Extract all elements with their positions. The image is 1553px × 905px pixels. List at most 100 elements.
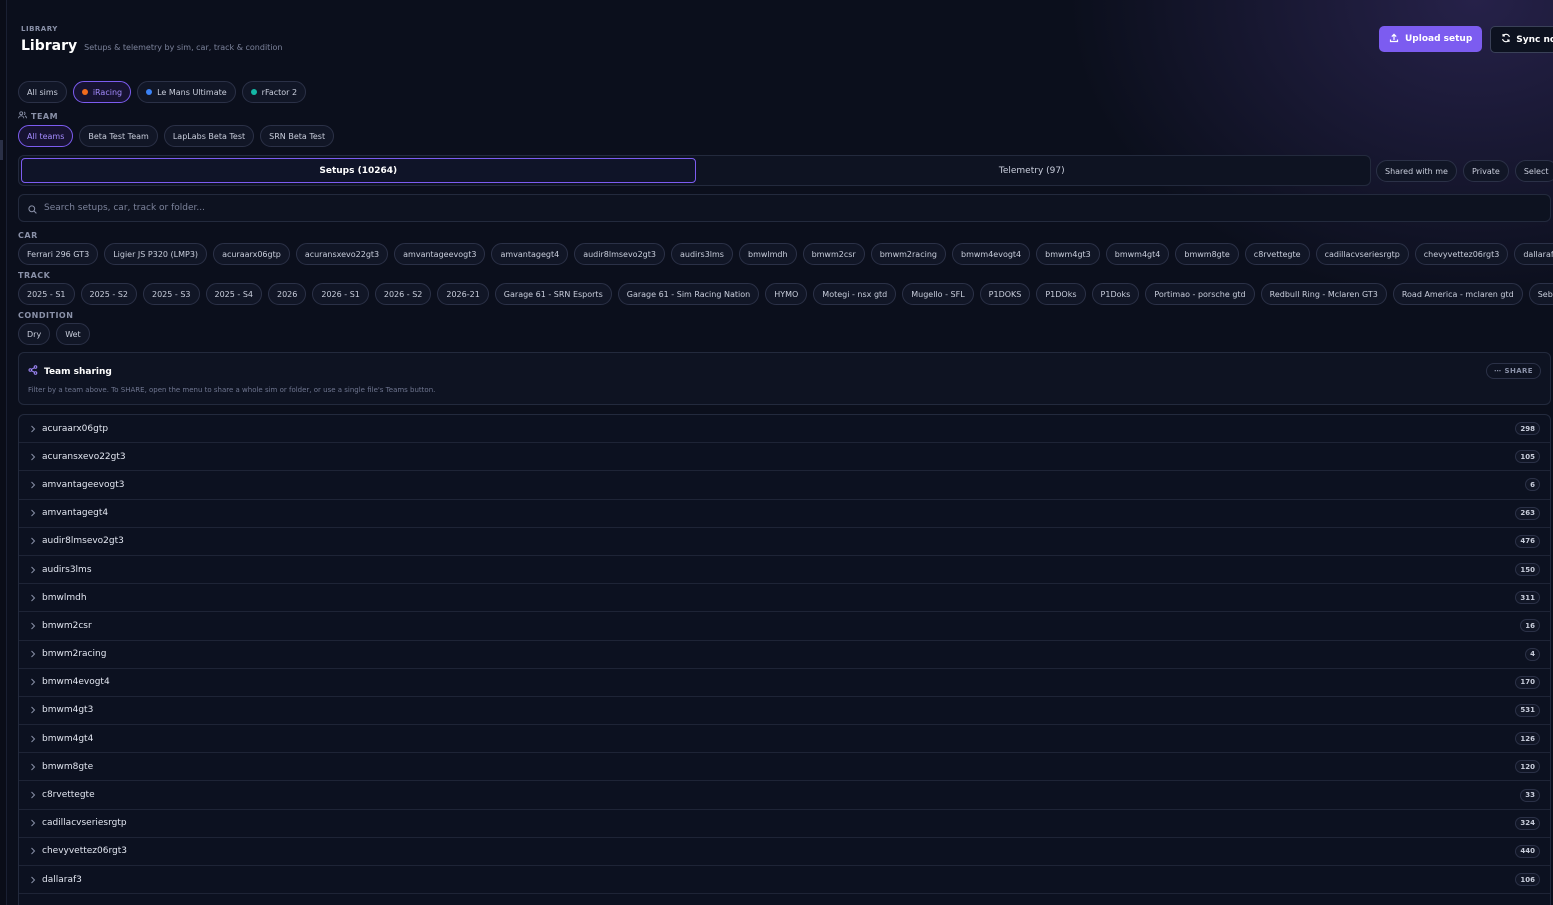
track-chip[interactable]: P1DOks xyxy=(1036,283,1086,305)
tab-setups[interactable]: Setups (10264) xyxy=(21,158,696,183)
sync-now-button[interactable]: Sync now xyxy=(1490,26,1553,53)
condition-chip[interactable]: Dry xyxy=(18,323,51,345)
track-chip[interactable]: 2026-21 xyxy=(437,283,489,305)
folder-row[interactable]: bmwm2racing 4 xyxy=(19,641,1550,669)
car-chip[interactable]: bmwm4evogt4 xyxy=(951,243,1031,265)
private-button[interactable]: Private xyxy=(1462,160,1509,182)
share-button[interactable]: ⋯ SHARE xyxy=(1486,363,1541,379)
chip-label: Garage 61 - SRN Esports xyxy=(503,289,603,299)
search-input[interactable] xyxy=(44,203,1550,213)
upload-setup-button[interactable]: Upload setup xyxy=(1379,26,1483,52)
folder-row[interactable]: bmwm2csr 16 xyxy=(19,612,1550,641)
chip-label: Mugello - SFL xyxy=(911,289,965,299)
track-chip[interactable]: HYMO xyxy=(765,283,808,305)
chevron-right-icon xyxy=(29,425,37,433)
folder-row[interactable]: acuransxevo22gt3 105 xyxy=(19,443,1550,472)
chip-label: amvantageevogt3 xyxy=(403,249,477,259)
folder-row[interactable]: chevyvettez06rgt3 440 xyxy=(19,838,1550,866)
folder-row[interactable]: bmwlmdh 311 xyxy=(19,584,1550,613)
car-chip[interactable]: dallaraf3 xyxy=(1514,243,1553,265)
team-chip-all[interactable]: All teams xyxy=(18,125,74,147)
chip-label: Sebring - Corvette GTE xyxy=(1537,289,1553,299)
folder-row[interactable]: c8rvettegte 33 xyxy=(19,781,1550,810)
car-chip[interactable]: amvantageevogt3 xyxy=(394,243,486,265)
car-chip[interactable]: audirs3lms xyxy=(670,243,733,265)
folder-row[interactable]: audir8lmsevo2gt3 476 xyxy=(19,528,1550,556)
folder-row[interactable]: audirs3lms 150 xyxy=(19,556,1550,585)
chip-label: audir8lmsevo2gt3 xyxy=(583,249,656,259)
car-chip[interactable]: bmwm8gte xyxy=(1175,243,1239,265)
car-chip[interactable]: audir8lmsevo2gt3 xyxy=(574,243,665,265)
chevron-right-icon xyxy=(29,706,37,714)
upload-setup-label: Upload setup xyxy=(1405,34,1473,44)
car-chip[interactable]: c8rvettegte xyxy=(1244,243,1310,265)
visibility-filters: Shared with me Private Select xyxy=(1376,160,1553,182)
folder-name: c8rvettegte xyxy=(42,790,95,801)
track-chip[interactable]: 2026 - S2 xyxy=(374,283,432,305)
car-chip[interactable]: Ferrari 296 GT3 xyxy=(18,243,99,265)
sim-chip-all[interactable]: All sims xyxy=(18,81,67,103)
track-chip[interactable]: P1Doks xyxy=(1091,283,1140,305)
track-chip[interactable]: P1DOKS xyxy=(979,283,1031,305)
car-chip[interactable]: bmwlmdh xyxy=(738,243,797,265)
track-chip[interactable]: Garage 61 - SRN Esports xyxy=(494,283,612,305)
car-chip[interactable]: cadillacvseriesrgtp xyxy=(1315,243,1409,265)
folder-row[interactable]: dallaraf3 106 xyxy=(19,866,1550,895)
folder-row[interactable]: bmwm4evogt4 170 xyxy=(19,669,1550,697)
track-chip[interactable]: Motegi - nsx gtd xyxy=(813,283,897,305)
sim-chip-iracing[interactable]: iRacing xyxy=(72,81,132,103)
folder-row[interactable]: cadillacvseriesrgtp 324 xyxy=(19,810,1550,838)
folder-count-badge: 33 xyxy=(1520,788,1540,802)
car-chip[interactable]: chevyvettez06rgt3 xyxy=(1414,243,1509,265)
car-chip[interactable]: Ligier JS P320 (LMP3) xyxy=(104,243,208,265)
chevron-right-icon xyxy=(29,791,37,799)
chip-label: bmwm2csr xyxy=(811,249,856,259)
folder-row[interactable]: amvantageevogt3 6 xyxy=(19,471,1550,500)
shared-with-me-button[interactable]: Shared with me xyxy=(1376,160,1457,182)
car-chip[interactable]: amvantagegt4 xyxy=(491,243,569,265)
folder-row[interactable]: acuraarx06gtp 298 xyxy=(19,415,1550,444)
tab-telemetry[interactable]: Telemetry (97) xyxy=(696,158,1369,183)
chip-label: 2025 - S1 xyxy=(27,289,66,299)
car-chip[interactable]: bmwm2racing xyxy=(870,243,946,265)
sim-chip-le-mans-ultimate[interactable]: Le Mans Ultimate xyxy=(137,81,236,103)
track-chip[interactable]: Sebring - Corvette GTE xyxy=(1528,283,1553,305)
folder-name: bmwm4gt4 xyxy=(42,733,94,744)
car-chip[interactable]: bmwm4gt3 xyxy=(1036,243,1100,265)
track-chip[interactable]: Redbull Ring - Mclaren GT3 xyxy=(1260,283,1387,305)
condition-chip[interactable]: Wet xyxy=(56,323,90,345)
folder-row[interactable]: bmwm4gt4 126 xyxy=(19,725,1550,754)
folder-count-badge: 440 xyxy=(1515,844,1540,858)
chip-label: 2025 - S4 xyxy=(214,289,254,299)
title-row: Library Setups & telemetry by sim, car, … xyxy=(21,38,283,54)
track-chip[interactable]: Mugello - SFL xyxy=(902,283,974,305)
track-chip[interactable]: 2025 - S2 xyxy=(80,283,137,305)
sidebar-handle[interactable] xyxy=(0,140,3,160)
folder-count-badge: 105 xyxy=(1515,450,1540,464)
content-tabs: Setups (10264) Telemetry (97) xyxy=(18,155,1371,186)
sim-chip-label: rFactor 2 xyxy=(261,87,298,97)
team-chip-srn-beta-test[interactable]: SRN Beta Test xyxy=(260,125,335,147)
folder-row[interactable]: bmwm4gt3 531 xyxy=(19,697,1550,726)
car-chip[interactable]: bmwm4gt4 xyxy=(1105,243,1170,265)
sim-chip-rfactor2[interactable]: rFactor 2 xyxy=(241,81,307,103)
track-chip[interactable]: 2025 - S4 xyxy=(205,283,262,305)
track-chip[interactable]: 2025 - S3 xyxy=(143,283,200,305)
folder-row[interactable]: amvantagegt4 263 xyxy=(19,500,1550,528)
track-chip[interactable]: Road America - mclaren gtd xyxy=(1392,283,1523,305)
car-chip[interactable]: bmwm2csr xyxy=(802,243,865,265)
track-chip[interactable]: 2026 - S1 xyxy=(312,283,369,305)
track-chip[interactable]: Portimao - porsche gtd xyxy=(1145,283,1255,305)
folder-row[interactable]: bmwm8gte 120 xyxy=(19,753,1550,782)
folder-count-badge: 170 xyxy=(1515,675,1540,689)
chip-label: 2026 xyxy=(277,289,298,299)
select-button[interactable]: Select xyxy=(1514,160,1553,182)
condition-filter: Dry Wet xyxy=(18,323,1553,345)
car-chip[interactable]: acuransxevo22gt3 xyxy=(295,243,389,265)
track-chip[interactable]: 2025 - S1 xyxy=(18,283,75,305)
team-chip-laplabs-beta-test[interactable]: LapLabs Beta Test xyxy=(163,125,255,147)
car-chip[interactable]: acuraarx06gtp xyxy=(213,243,290,265)
track-chip[interactable]: Garage 61 - Sim Racing Nation xyxy=(617,283,760,305)
team-chip-beta-test-team[interactable]: Beta Test Team xyxy=(79,125,158,147)
track-chip[interactable]: 2026 xyxy=(268,283,307,305)
